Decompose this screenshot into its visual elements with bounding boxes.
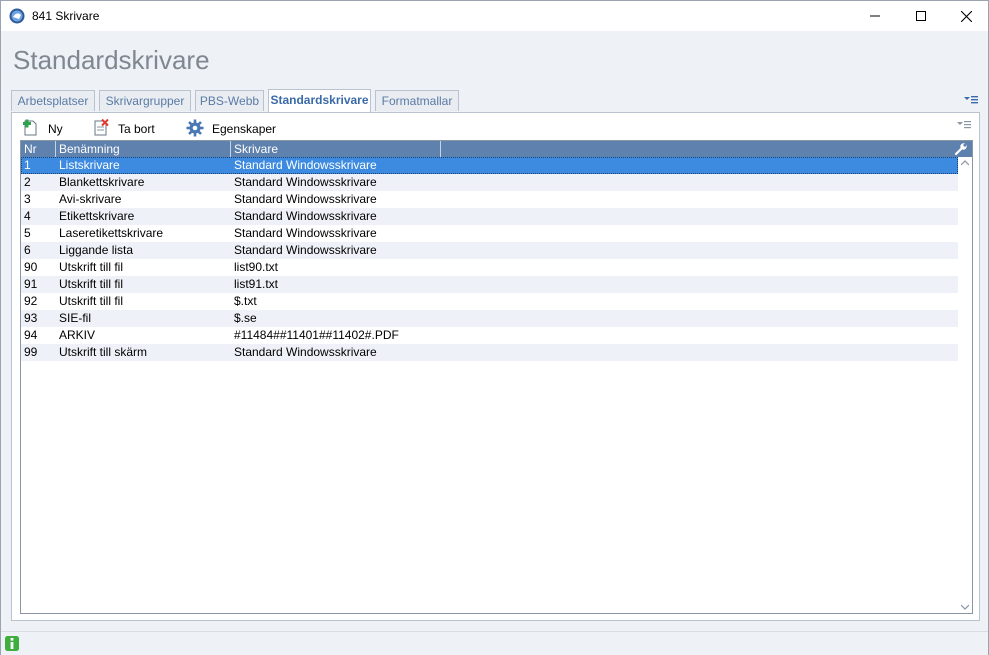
cell-nr: 5 [24,226,31,240]
table-row[interactable]: 3 Avi-skrivare Standard Windowsskrivare [21,191,958,208]
maximize-button[interactable] [898,1,944,31]
gear-icon [186,119,204,140]
cell-benamning: Blankettskrivare [59,175,145,189]
cell-nr: 3 [24,192,31,206]
close-button[interactable] [943,1,989,31]
tab-pbs-webb[interactable]: PBS-Webb [195,90,264,111]
column-header-skrivare[interactable]: Skrivare [231,141,441,157]
tab-arbetsplatser[interactable]: Arbetsplatser [11,90,95,111]
wrench-icon[interactable] [954,142,968,156]
maximize-icon [916,11,926,21]
delete-button[interactable]: Ta bort [92,117,155,141]
cell-benamning: Utskrift till fil [59,294,123,308]
table-row[interactable]: 4 Etikettskrivare Standard Windowsskrivare [21,208,958,225]
scroll-down-icon[interactable] [961,604,969,610]
table-row[interactable]: 1 Listskrivare Standard Windowsskrivare [21,157,958,174]
table-row[interactable]: 90 Utskrift till fil list90.txt [21,259,958,276]
cell-skrivare: Standard Windowsskrivare [234,243,377,257]
cell-skrivare: Standard Windowsskrivare [234,209,377,223]
cell-skrivare: Standard Windowsskrivare [234,158,377,172]
cell-skrivare: #11484##11401##11402#.PDF [234,328,399,342]
cell-nr: 90 [24,260,38,274]
cell-benamning: Laseretikettskrivare [59,226,164,240]
info-icon[interactable] [5,636,19,651]
new-button[interactable]: Ny [22,117,63,141]
grid-body: 1 Listskrivare Standard Windowsskrivare 2 Bl… [21,157,958,361]
window-title: 841 Skrivare [32,9,100,23]
printer-grid: Nr Benämning Skrivare 1 Listskrivare Stand… [20,140,973,614]
content-panel: Ny Ta bort Egenskaper Nr Benämning Skriv… [11,112,980,621]
cell-nr: 1 [24,158,31,172]
cell-skrivare: Standard Windowsskrivare [234,345,377,359]
column-header-nr[interactable]: Nr [21,141,56,157]
table-row[interactable]: 99 Utskrift till skärm Standard Windowsskr… [21,344,958,361]
column-header-benamning[interactable]: Benämning [56,141,231,157]
cell-benamning: Avi-skrivare [59,192,122,206]
cell-nr: 2 [24,175,31,189]
close-icon [960,10,972,22]
application-window: 841 Skrivare Standardskrivare Arbetsplat… [0,0,989,655]
status-bar [1,631,988,655]
cell-skrivare: list90.txt [234,260,279,274]
cell-benamning: SIE-fil [59,311,92,325]
table-row[interactable]: 91 Utskrift till fil list91.txt [21,276,958,293]
cell-skrivare: Standard Windowsskrivare [234,175,377,189]
title-bar: 841 Skrivare [1,1,988,31]
app-globe-icon [9,8,25,24]
delete-document-icon [92,118,110,140]
tab-formatmallar[interactable]: Formatmallar [375,90,459,111]
cell-nr: 94 [24,328,38,342]
cell-benamning: Listskrivare [59,158,120,172]
cell-skrivare: Standard Windowsskrivare [234,226,377,240]
vertical-scrollbar[interactable] [958,157,972,613]
page-title: Standardskrivare [13,45,210,75]
minimize-icon [870,15,880,17]
cell-nr: 91 [24,277,38,291]
tab-list-menu-icon[interactable] [963,94,979,106]
tab-skrivargrupper[interactable]: Skrivargrupper [99,90,191,111]
table-row[interactable]: 2 Blankettskrivare Standard Windowsskrivar… [21,174,958,191]
table-row[interactable]: 93 SIE-fil $.se [21,310,958,327]
table-row[interactable]: 5 Laseretikettskrivare Standard Windowsskr… [21,225,958,242]
cell-skrivare: $.se [234,311,257,325]
cell-benamning: ARKIV [59,328,96,342]
cell-nr: 92 [24,294,38,308]
cell-skrivare: $.txt [234,294,257,308]
cell-skrivare: list91.txt [234,277,279,291]
table-row[interactable]: 6 Liggande lista Standard Windowsskrivare [21,242,958,259]
cell-nr: 4 [24,209,31,223]
toolbar-options-icon[interactable] [956,119,972,131]
table-row[interactable]: 94 ARKIV #11484##11401##11402#.PDF [21,327,958,344]
cell-benamning: Etikettskrivare [59,209,135,223]
minimize-button[interactable] [852,1,898,31]
cell-skrivare: Standard Windowsskrivare [234,192,377,206]
tab-standardskrivare[interactable]: Standardskrivare [268,89,371,112]
cell-nr: 93 [24,311,38,325]
delete-button-label: Ta bort [118,122,155,136]
table-row[interactable]: 92 Utskrift till fil $.txt [21,293,958,310]
cell-benamning: Utskrift till fil [59,277,123,291]
properties-button-label: Egenskaper [212,122,277,136]
cell-nr: 6 [24,243,31,257]
scroll-up-icon[interactable] [961,160,969,166]
properties-button[interactable]: Egenskaper [186,117,276,141]
grid-header: Nr Benämning Skrivare [21,141,972,157]
new-button-label: Ny [48,122,63,136]
cell-benamning: Liggande lista [59,243,134,257]
cell-benamning: Utskrift till skärm [59,345,147,359]
add-document-icon [22,119,40,140]
cell-benamning: Utskrift till fil [59,260,123,274]
cell-nr: 99 [24,345,38,359]
